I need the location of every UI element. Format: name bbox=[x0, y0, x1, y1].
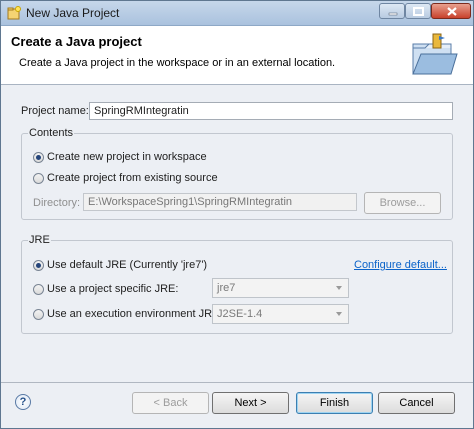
execution-env-value: J2SE-1.4 bbox=[217, 308, 263, 320]
java-project-folder-icon bbox=[412, 33, 458, 75]
browse-button[interactable]: Browse... bbox=[364, 192, 441, 214]
title-bar[interactable]: New Java Project bbox=[1, 1, 473, 26]
project-name-input[interactable]: SpringRMIntegratin bbox=[89, 102, 453, 120]
contents-group-label: Contents bbox=[28, 127, 75, 139]
radio-default-jre[interactable] bbox=[33, 260, 44, 271]
maximize-button[interactable] bbox=[405, 3, 431, 19]
specific-jre-value: jre7 bbox=[217, 282, 236, 294]
radio-specific-jre[interactable] bbox=[33, 284, 44, 295]
help-icon: ? bbox=[19, 396, 27, 408]
button-bar-separator bbox=[1, 382, 473, 383]
page-description: Create a Java project in the workspace o… bbox=[19, 57, 336, 69]
configure-default-link[interactable]: Configure default... bbox=[354, 259, 447, 271]
window-title: New Java Project bbox=[26, 6, 120, 20]
radio-specific-jre-label[interactable]: Use a project specific JRE: bbox=[47, 283, 178, 295]
close-icon bbox=[447, 7, 457, 16]
wizard-banner: Create a Java project Create a Java proj… bbox=[1, 26, 473, 85]
help-button[interactable]: ? bbox=[15, 394, 31, 410]
chevron-down-icon bbox=[336, 286, 342, 290]
directory-label: Directory: bbox=[33, 197, 81, 209]
cancel-button[interactable]: Cancel bbox=[378, 392, 455, 414]
radio-execution-env-label[interactable]: Use an execution environment JRE: bbox=[47, 308, 222, 320]
back-button[interactable]: < Back bbox=[132, 392, 209, 414]
minimize-button[interactable] bbox=[379, 3, 405, 19]
specific-jre-select[interactable]: jre7 bbox=[212, 278, 349, 298]
radio-default-jre-label[interactable]: Use default JRE (Currently 'jre7') bbox=[47, 259, 207, 271]
radio-new-project-label[interactable]: Create new project in workspace bbox=[47, 151, 207, 163]
page-title: Create a Java project bbox=[11, 34, 142, 49]
next-button[interactable]: Next > bbox=[212, 392, 289, 414]
chevron-down-icon bbox=[336, 312, 342, 316]
minimize-icon bbox=[388, 12, 398, 16]
jre-group-label: JRE bbox=[28, 234, 51, 246]
radio-existing-source[interactable] bbox=[33, 173, 44, 184]
execution-env-select[interactable]: J2SE-1.4 bbox=[212, 304, 349, 324]
radio-execution-env[interactable] bbox=[33, 309, 44, 320]
directory-input[interactable]: E:\WorkspaceSpring1\SpringRMIntegratin bbox=[83, 193, 357, 211]
new-java-project-dialog: New Java Project Create a Java project C… bbox=[0, 0, 474, 429]
close-button[interactable] bbox=[431, 3, 471, 19]
finish-button[interactable]: Finish bbox=[296, 392, 373, 414]
new-project-icon bbox=[7, 6, 21, 20]
radio-new-project[interactable] bbox=[33, 152, 44, 163]
project-name-label: Project name: bbox=[21, 105, 89, 117]
radio-existing-source-label[interactable]: Create project from existing source bbox=[47, 172, 218, 184]
maximize-icon bbox=[413, 7, 424, 16]
